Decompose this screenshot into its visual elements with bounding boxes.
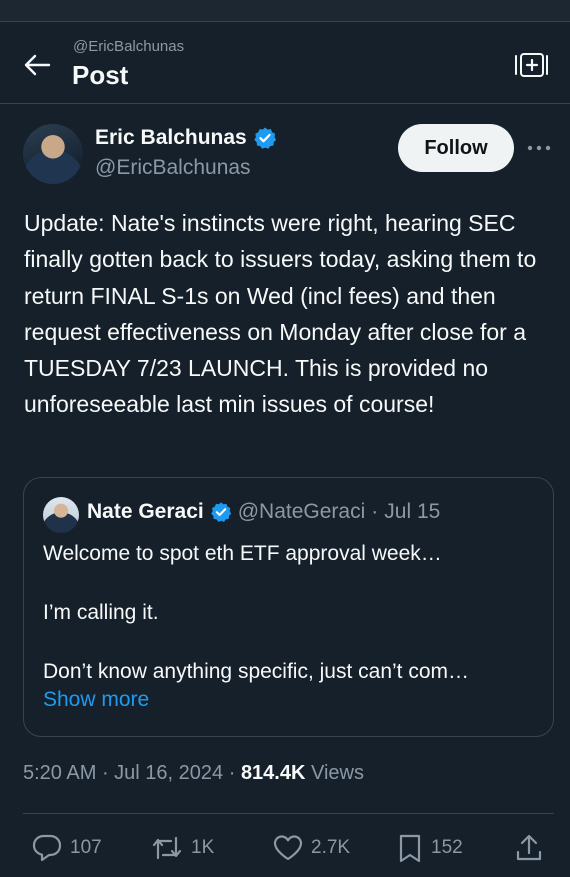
follow-button[interactable]: Follow	[398, 124, 514, 172]
page-header: @EricBalchunas Post	[0, 22, 570, 104]
reply-button[interactable]: 107	[31, 826, 102, 870]
views-count: 814.4K	[240, 762, 306, 784]
views-label: Views	[311, 762, 364, 784]
avatar[interactable]	[23, 124, 83, 184]
share-icon	[516, 834, 542, 861]
verified-badge-icon	[210, 501, 232, 523]
tweet-text: Update: Nate's instincts were right, hea…	[24, 210, 543, 418]
divider	[23, 813, 554, 814]
quoted-tweet[interactable]: Nate Geraci @NateGeraci · Jul 15 Welcome…	[23, 477, 554, 737]
more-options-icon[interactable]	[524, 134, 554, 162]
like-count: 2.7K	[311, 837, 351, 858]
tweet-date[interactable]: Jul 16, 2024	[114, 762, 223, 784]
page-title: Post	[72, 60, 129, 90]
action-bar: 107 1K 2.7K 152	[0, 826, 570, 870]
author-handle[interactable]: @EricBalchunas	[95, 156, 251, 180]
verified-badge-icon	[253, 126, 277, 150]
reply-icon	[32, 834, 62, 862]
quote-line: I’m calling it.	[43, 601, 159, 624]
quote-date[interactable]: Jul 15	[384, 500, 440, 524]
repost-button[interactable]: 1K	[150, 826, 214, 870]
like-button[interactable]: 2.7K	[272, 826, 350, 870]
heart-icon	[273, 835, 303, 861]
quote-text: Welcome to spot eth ETF approval week… I…	[43, 539, 533, 687]
share-button[interactable]	[514, 826, 544, 870]
show-more-link[interactable]: Show more	[43, 688, 149, 712]
reply-count: 107	[70, 837, 102, 858]
bookmark-button[interactable]: 152	[396, 826, 463, 870]
quote-line: Welcome to spot eth ETF approval week…	[43, 542, 442, 565]
tweet-metadata: 5:20 AM · Jul 16, 2024 · 814.4K Views	[23, 762, 364, 784]
arrow-left-icon	[24, 54, 51, 76]
reader-plus-icon	[515, 53, 548, 77]
repost-count: 1K	[191, 837, 215, 858]
quote-line: Don’t know anything specific, just can’t…	[43, 660, 470, 683]
separator-dot: ·	[371, 500, 379, 523]
quote-header: Nate Geraci @NateGeraci · Jul 15	[87, 500, 440, 524]
reader-mode-button[interactable]	[512, 50, 550, 80]
tweet-time[interactable]: 5:20 AM	[23, 762, 96, 784]
quote-author-name[interactable]: Nate Geraci	[87, 500, 204, 524]
bookmark-icon	[399, 834, 421, 863]
author-name-text: Eric Balchunas	[95, 126, 247, 149]
author-row: Eric Balchunas @EricBalchunas Follow	[0, 104, 570, 196]
top-strip	[0, 0, 570, 22]
quote-author-handle[interactable]: @NateGeraci	[238, 500, 366, 524]
quote-avatar[interactable]	[43, 497, 79, 533]
repost-icon	[152, 836, 182, 860]
back-button[interactable]	[20, 50, 54, 80]
author-name[interactable]: Eric Balchunas	[95, 126, 277, 150]
bookmark-count: 152	[431, 837, 463, 858]
header-handle: @EricBalchunas	[73, 38, 185, 55]
